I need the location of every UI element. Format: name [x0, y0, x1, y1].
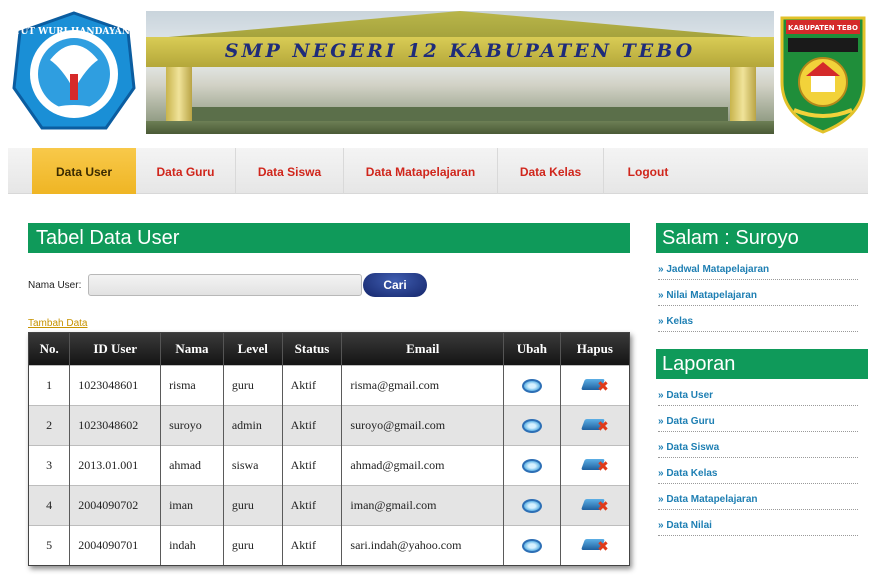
report-link-data-siswa[interactable]: » Data Siswa — [658, 442, 858, 458]
user-table: No. ID User Nama Level Status Email Ubah… — [28, 332, 630, 566]
delete-icon[interactable]: ✖ — [580, 416, 609, 434]
logo-right-text: KABUPATEN TEBO — [788, 24, 858, 32]
table-row: 2 1023048602 suroyo admin Aktif suroyo@g… — [29, 404, 629, 445]
report-link-data-nilai[interactable]: » Data Nilai — [658, 520, 858, 536]
nav-data-user[interactable]: Data User — [32, 148, 136, 194]
edit-icon[interactable] — [521, 418, 542, 433]
cell-email: ahmad@gmail.com — [341, 444, 504, 485]
report-link-data-matapelajaran[interactable]: » Data Matapelajaran — [658, 494, 858, 510]
delete-icon[interactable]: ✖ — [580, 376, 609, 394]
col-header-nama: Nama — [160, 333, 224, 365]
sidebar-greeting: Salam : Suroyo — [656, 223, 868, 253]
cell-ubah — [503, 524, 561, 565]
nav-data-guru[interactable]: Data Guru — [136, 148, 236, 194]
sidebar-link-nilai-matapelajaran[interactable]: » Nilai Matapelajaran — [658, 290, 858, 306]
cell-id-user: 2004090702 — [69, 484, 162, 525]
col-header-id-user: ID User — [69, 333, 162, 365]
add-data-link[interactable]: Tambah Data — [28, 318, 87, 329]
tut-wuri-handayani-logo: TUT WURI HANDAYANI — [12, 11, 136, 130]
cell-id-user: 2004090701 — [69, 524, 162, 565]
cell-level: siswa — [223, 444, 283, 485]
cell-ubah — [503, 484, 561, 525]
report-link-data-user[interactable]: » Data User — [658, 390, 858, 406]
cell-no: 1 — [29, 364, 71, 405]
cell-id-user: 1023048602 — [69, 404, 162, 445]
kabupaten-tebo-logo: KABUPATEN TEBO — [780, 16, 866, 134]
col-header-ubah: Ubah — [503, 333, 561, 365]
cell-nama: risma — [160, 364, 224, 405]
col-header-level: Level — [223, 333, 283, 365]
nav-data-siswa[interactable]: Data Siswa — [236, 148, 344, 194]
cell-level: guru — [223, 484, 283, 525]
col-header-no: No. — [29, 333, 71, 365]
cell-no: 4 — [29, 484, 71, 525]
page-title: Tabel Data User — [28, 223, 630, 253]
cell-email: iman@gmail.com — [341, 484, 504, 525]
school-name: SMP NEGERI 12 KABUPATEN TEBO — [224, 40, 696, 62]
cell-level: guru — [223, 524, 283, 565]
nav-data-kelas[interactable]: Data Kelas — [498, 148, 604, 194]
sidebar-report-title: Laporan — [656, 349, 868, 379]
cell-hapus: ✖ — [560, 444, 629, 485]
cell-nama: iman — [160, 484, 224, 525]
delete-icon[interactable]: ✖ — [580, 536, 609, 554]
cell-ubah — [503, 404, 561, 445]
cell-status: Aktif — [282, 404, 343, 445]
cell-hapus: ✖ — [560, 484, 629, 525]
col-header-hapus: Hapus — [560, 333, 629, 365]
logo-left-text: TUT WURI HANDAYANI — [14, 27, 134, 37]
cell-id-user: 2013.01.001 — [69, 444, 162, 485]
sidebar-link-jadwal-matapelajaran[interactable]: » Jadwal Matapelajaran — [658, 264, 858, 280]
delete-icon[interactable]: ✖ — [580, 496, 609, 514]
cell-no: 3 — [29, 444, 71, 485]
cell-status: Aktif — [282, 364, 343, 405]
search-label: Nama User: — [28, 280, 82, 291]
ground — [146, 121, 774, 134]
table-header-row: No. ID User Nama Level Status Email Ubah… — [29, 333, 629, 365]
cell-hapus: ✖ — [560, 404, 629, 445]
col-header-status: Status — [282, 333, 343, 365]
nav-logout[interactable]: Logout — [604, 148, 692, 194]
cell-nama: suroyo — [160, 404, 224, 445]
table-row: 5 2004090701 indah guru Aktif sari.indah… — [29, 524, 629, 565]
cell-status: Aktif — [282, 524, 343, 565]
search-button[interactable]: Cari — [363, 273, 427, 297]
cell-level: guru — [223, 364, 283, 405]
cell-id-user: 1023048601 — [69, 364, 162, 405]
table-row: 1 1023048601 risma guru Aktif risma@gmai… — [29, 364, 629, 405]
col-header-email: Email — [341, 333, 504, 365]
cell-hapus: ✖ — [560, 364, 629, 405]
delete-icon[interactable]: ✖ — [580, 456, 609, 474]
cell-hapus: ✖ — [560, 524, 629, 565]
cell-no: 2 — [29, 404, 71, 445]
cell-status: Aktif — [282, 484, 343, 525]
table-row: 4 2004090702 iman guru Aktif iman@gmail.… — [29, 484, 629, 525]
edit-icon[interactable] — [521, 538, 542, 553]
header-banner: TUT WURI HANDAYANI SMP NEGERI 12 KABUPAT… — [8, 8, 868, 138]
cell-nama: ahmad — [160, 444, 224, 485]
school-photo: SMP NEGERI 12 KABUPATEN TEBO — [146, 11, 774, 134]
table-row: 3 2013.01.001 ahmad siswa Aktif ahmad@gm… — [29, 444, 629, 485]
cell-ubah — [503, 444, 561, 485]
main-navbar: Data User Data Guru Data Siswa Data Mata… — [8, 148, 868, 194]
cell-ubah — [503, 364, 561, 405]
report-link-data-kelas[interactable]: » Data Kelas — [658, 468, 858, 484]
cell-email: suroyo@gmail.com — [341, 404, 504, 445]
cell-level: admin — [223, 404, 283, 445]
cell-status: Aktif — [282, 444, 343, 485]
edit-icon[interactable] — [521, 458, 542, 473]
cell-email: sari.indah@yahoo.com — [341, 524, 504, 565]
sidebar-link-kelas[interactable]: » Kelas — [658, 316, 858, 332]
cell-email: risma@gmail.com — [341, 364, 504, 405]
cell-nama: indah — [160, 524, 224, 565]
search-input[interactable] — [88, 274, 362, 296]
report-link-data-guru[interactable]: » Data Guru — [658, 416, 858, 432]
cell-no: 5 — [29, 524, 71, 565]
nav-data-matapelajaran[interactable]: Data Matapelajaran — [344, 148, 498, 194]
edit-icon[interactable] — [521, 498, 542, 513]
edit-icon[interactable] — [521, 378, 542, 393]
